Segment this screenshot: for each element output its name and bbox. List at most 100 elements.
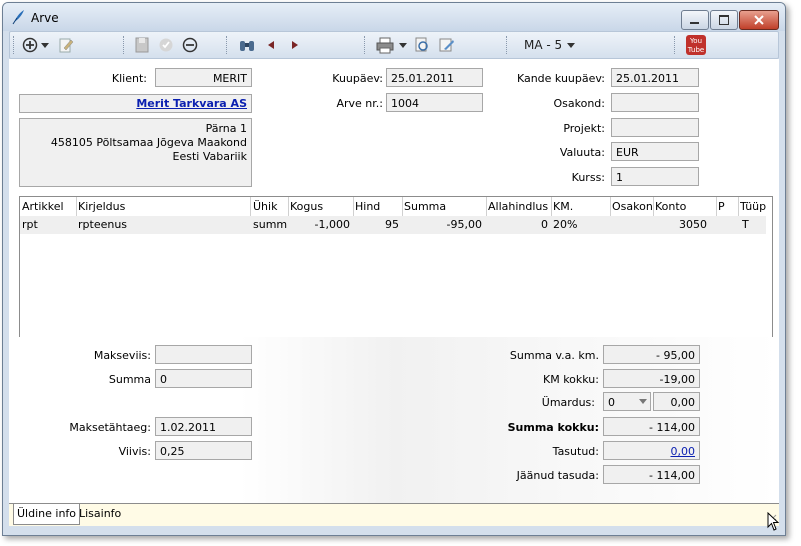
title-bar[interactable]: Arve bbox=[3, 3, 785, 31]
column-header[interactable]: Kirjeldus bbox=[78, 197, 250, 216]
add-icon[interactable] bbox=[22, 36, 38, 54]
address-line: Eesti Vabariik bbox=[172, 150, 247, 163]
rate-label: Kurss: bbox=[571, 171, 605, 184]
window-title: Arve bbox=[31, 11, 59, 25]
column-divider[interactable] bbox=[76, 197, 77, 216]
column-header[interactable]: Ühik bbox=[253, 197, 287, 216]
column-header[interactable]: Konto bbox=[655, 197, 715, 216]
table-cell[interactable] bbox=[612, 216, 652, 234]
toolbar-separator bbox=[674, 36, 677, 54]
rounding-select[interactable]: 0 bbox=[603, 392, 651, 411]
due-date-label: Maksetähtaeg: bbox=[69, 421, 151, 434]
address-line: 458105 Põltsamaa Jõgeva Maakond bbox=[50, 136, 247, 149]
client-name-link[interactable]: Merit Tarkvara AS bbox=[19, 94, 252, 113]
rounding-field[interactable]: 0,00 bbox=[653, 392, 700, 411]
column-header[interactable]: Allahindlus % bbox=[488, 197, 550, 216]
close-icon bbox=[754, 15, 764, 25]
table-cell[interactable]: rpteenus bbox=[78, 216, 250, 234]
column-header[interactable]: Kogus bbox=[290, 197, 352, 216]
print-icon[interactable] bbox=[376, 36, 394, 54]
confirm-icon[interactable] bbox=[158, 36, 174, 54]
payment-sum-field[interactable]: 0 bbox=[155, 369, 252, 388]
table-cell[interactable]: -95,00 bbox=[404, 216, 482, 234]
edit-icon[interactable] bbox=[58, 36, 74, 54]
project-field[interactable] bbox=[611, 118, 699, 137]
column-divider[interactable] bbox=[551, 197, 552, 216]
add-dropdown-icon[interactable] bbox=[40, 36, 50, 54]
penalty-field[interactable]: 0,25 bbox=[155, 441, 252, 460]
column-header[interactable]: Summa bbox=[404, 197, 484, 216]
table-cell[interactable]: 0 bbox=[488, 216, 548, 234]
table-cell[interactable]: rpt bbox=[22, 216, 76, 234]
save-icon[interactable] bbox=[134, 36, 150, 54]
column-header[interactable]: Osakond bbox=[612, 197, 652, 216]
column-divider[interactable] bbox=[353, 197, 354, 216]
column-header[interactable]: Tüüp bbox=[740, 197, 770, 216]
net-sum-label: Summa v.a. km. bbox=[509, 349, 599, 362]
penalty-label: Viivis: bbox=[118, 445, 151, 458]
invoice-form: Klient: MERIT Merit Tarkvara AS Pärna 1 … bbox=[9, 59, 779, 503]
column-divider[interactable] bbox=[250, 197, 251, 216]
maximize-icon bbox=[719, 15, 729, 25]
column-header[interactable]: Hind bbox=[355, 197, 401, 216]
chevron-down-icon[interactable] bbox=[639, 399, 647, 404]
column-divider[interactable] bbox=[716, 197, 717, 216]
column-divider[interactable] bbox=[288, 197, 289, 216]
paid-field[interactable]: 0,00 bbox=[603, 441, 700, 460]
column-divider[interactable] bbox=[653, 197, 654, 216]
column-header[interactable]: P bbox=[718, 197, 736, 216]
column-divider[interactable] bbox=[486, 197, 487, 216]
department-field[interactable] bbox=[611, 93, 699, 112]
maximize-button[interactable] bbox=[710, 10, 738, 30]
entry-date-field[interactable]: 25.01.2011 bbox=[611, 68, 699, 87]
chevron-down-icon[interactable] bbox=[566, 36, 576, 54]
print-dropdown-icon[interactable] bbox=[398, 36, 408, 54]
tab-additional-info[interactable]: Lisainfo bbox=[76, 504, 124, 524]
column-header[interactable]: Artikkel bbox=[22, 197, 76, 216]
binoculars-icon[interactable] bbox=[238, 36, 256, 54]
currency-label: Valuuta: bbox=[559, 146, 605, 159]
due-date-field[interactable]: 1.02.2011 bbox=[155, 417, 252, 436]
prev-icon[interactable] bbox=[266, 36, 276, 54]
column-divider[interactable] bbox=[610, 197, 611, 216]
table-cell[interactable]: T bbox=[742, 216, 768, 234]
youtube-icon[interactable]: You Tube bbox=[686, 35, 706, 55]
mouse-cursor-icon bbox=[767, 512, 780, 531]
footer-panel: Makseviis: Summa 0 Maksetähtaeg: 1.02.20… bbox=[9, 337, 779, 503]
paid-link[interactable]: 0,00 bbox=[671, 445, 696, 458]
tab-general-info[interactable]: Üldine info bbox=[13, 504, 81, 525]
payment-method-field[interactable] bbox=[155, 345, 252, 364]
invoice-number-field[interactable]: 1004 bbox=[386, 93, 483, 112]
column-divider[interactable] bbox=[738, 197, 739, 216]
delete-icon[interactable] bbox=[182, 36, 198, 54]
table-cell[interactable]: 3050 bbox=[655, 216, 707, 234]
project-label: Projekt: bbox=[563, 122, 605, 135]
preview-icon[interactable] bbox=[414, 36, 430, 54]
rounding-label: Ümardus: bbox=[541, 396, 595, 409]
rate-field[interactable]: 1 bbox=[611, 167, 699, 186]
toolbar-separator bbox=[226, 36, 229, 54]
table-cell[interactable]: 20% bbox=[553, 216, 609, 234]
invoice-number-label: Arve nr.: bbox=[336, 97, 383, 110]
column-header[interactable]: KM. bbox=[553, 197, 609, 216]
sign-icon[interactable] bbox=[438, 36, 456, 54]
tab-bar: Üldine info Lisainfo bbox=[9, 503, 779, 526]
department-label: Osakond: bbox=[553, 97, 606, 110]
table-cell[interactable] bbox=[718, 216, 736, 234]
client-code-field[interactable]: MERIT bbox=[155, 68, 252, 87]
vat-total-label: KM kokku: bbox=[543, 373, 599, 386]
table-cell[interactable]: 95 bbox=[355, 216, 399, 234]
column-divider[interactable] bbox=[402, 197, 403, 216]
next-icon[interactable] bbox=[290, 36, 300, 54]
table-cell[interactable]: summa bbox=[253, 216, 287, 234]
invoice-lines-grid[interactable]: Artikkel Kirjeldus Ühik Kogus Hind Summa… bbox=[19, 196, 773, 338]
vat-total-field: -19,00 bbox=[603, 369, 700, 388]
date-field[interactable]: 25.01.2011 bbox=[386, 68, 483, 87]
table-cell[interactable]: -1,000 bbox=[290, 216, 350, 234]
close-button[interactable] bbox=[739, 10, 779, 30]
rounding-mode: 0 bbox=[608, 396, 615, 409]
currency-field[interactable]: EUR bbox=[611, 142, 699, 161]
grand-total-field: - 114,00 bbox=[603, 417, 700, 436]
minimize-button[interactable] bbox=[681, 10, 709, 30]
client-label: Klient: bbox=[111, 72, 147, 85]
